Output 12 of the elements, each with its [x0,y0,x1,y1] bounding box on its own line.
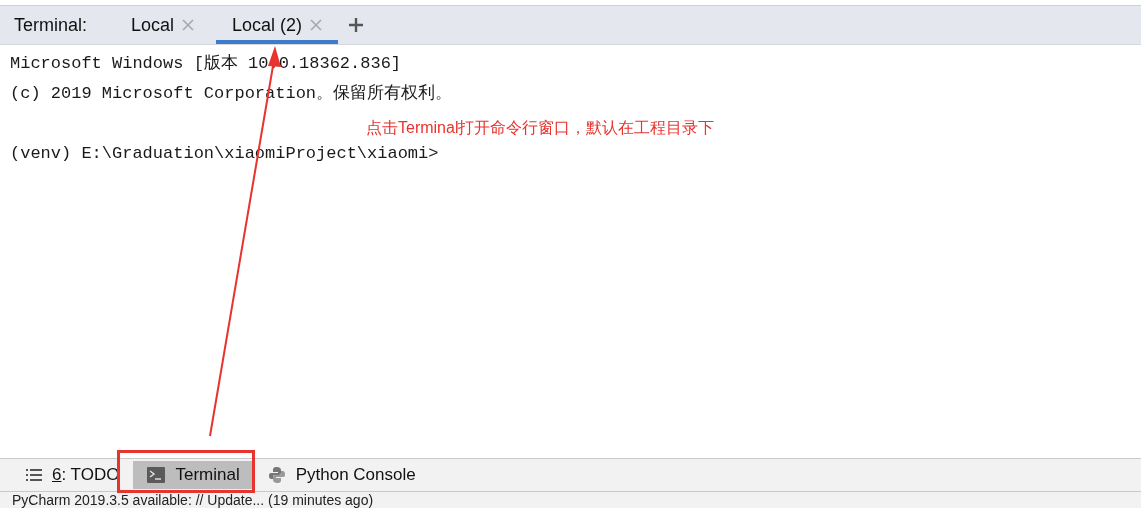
annotation-text: 点击Terminal打开命令行窗口，默认在工程目录下 [366,118,715,138]
python-icon [267,466,286,484]
tool-window-button[interactable]: Python Console [257,461,426,489]
list-icon [26,468,42,482]
status-text: PyCharm 2019.3.5 available: // Update... (19 minutes ago) [12,492,374,508]
terminal-icon [147,467,166,483]
add-icon[interactable] [348,17,365,33]
panel-title: Terminal: [14,13,89,37]
tool-window-button[interactable]: Terminal [133,461,254,489]
terminal-tab[interactable]: Local [115,6,211,44]
close-icon[interactable] [310,19,323,31]
close-icon[interactable] [182,19,195,31]
